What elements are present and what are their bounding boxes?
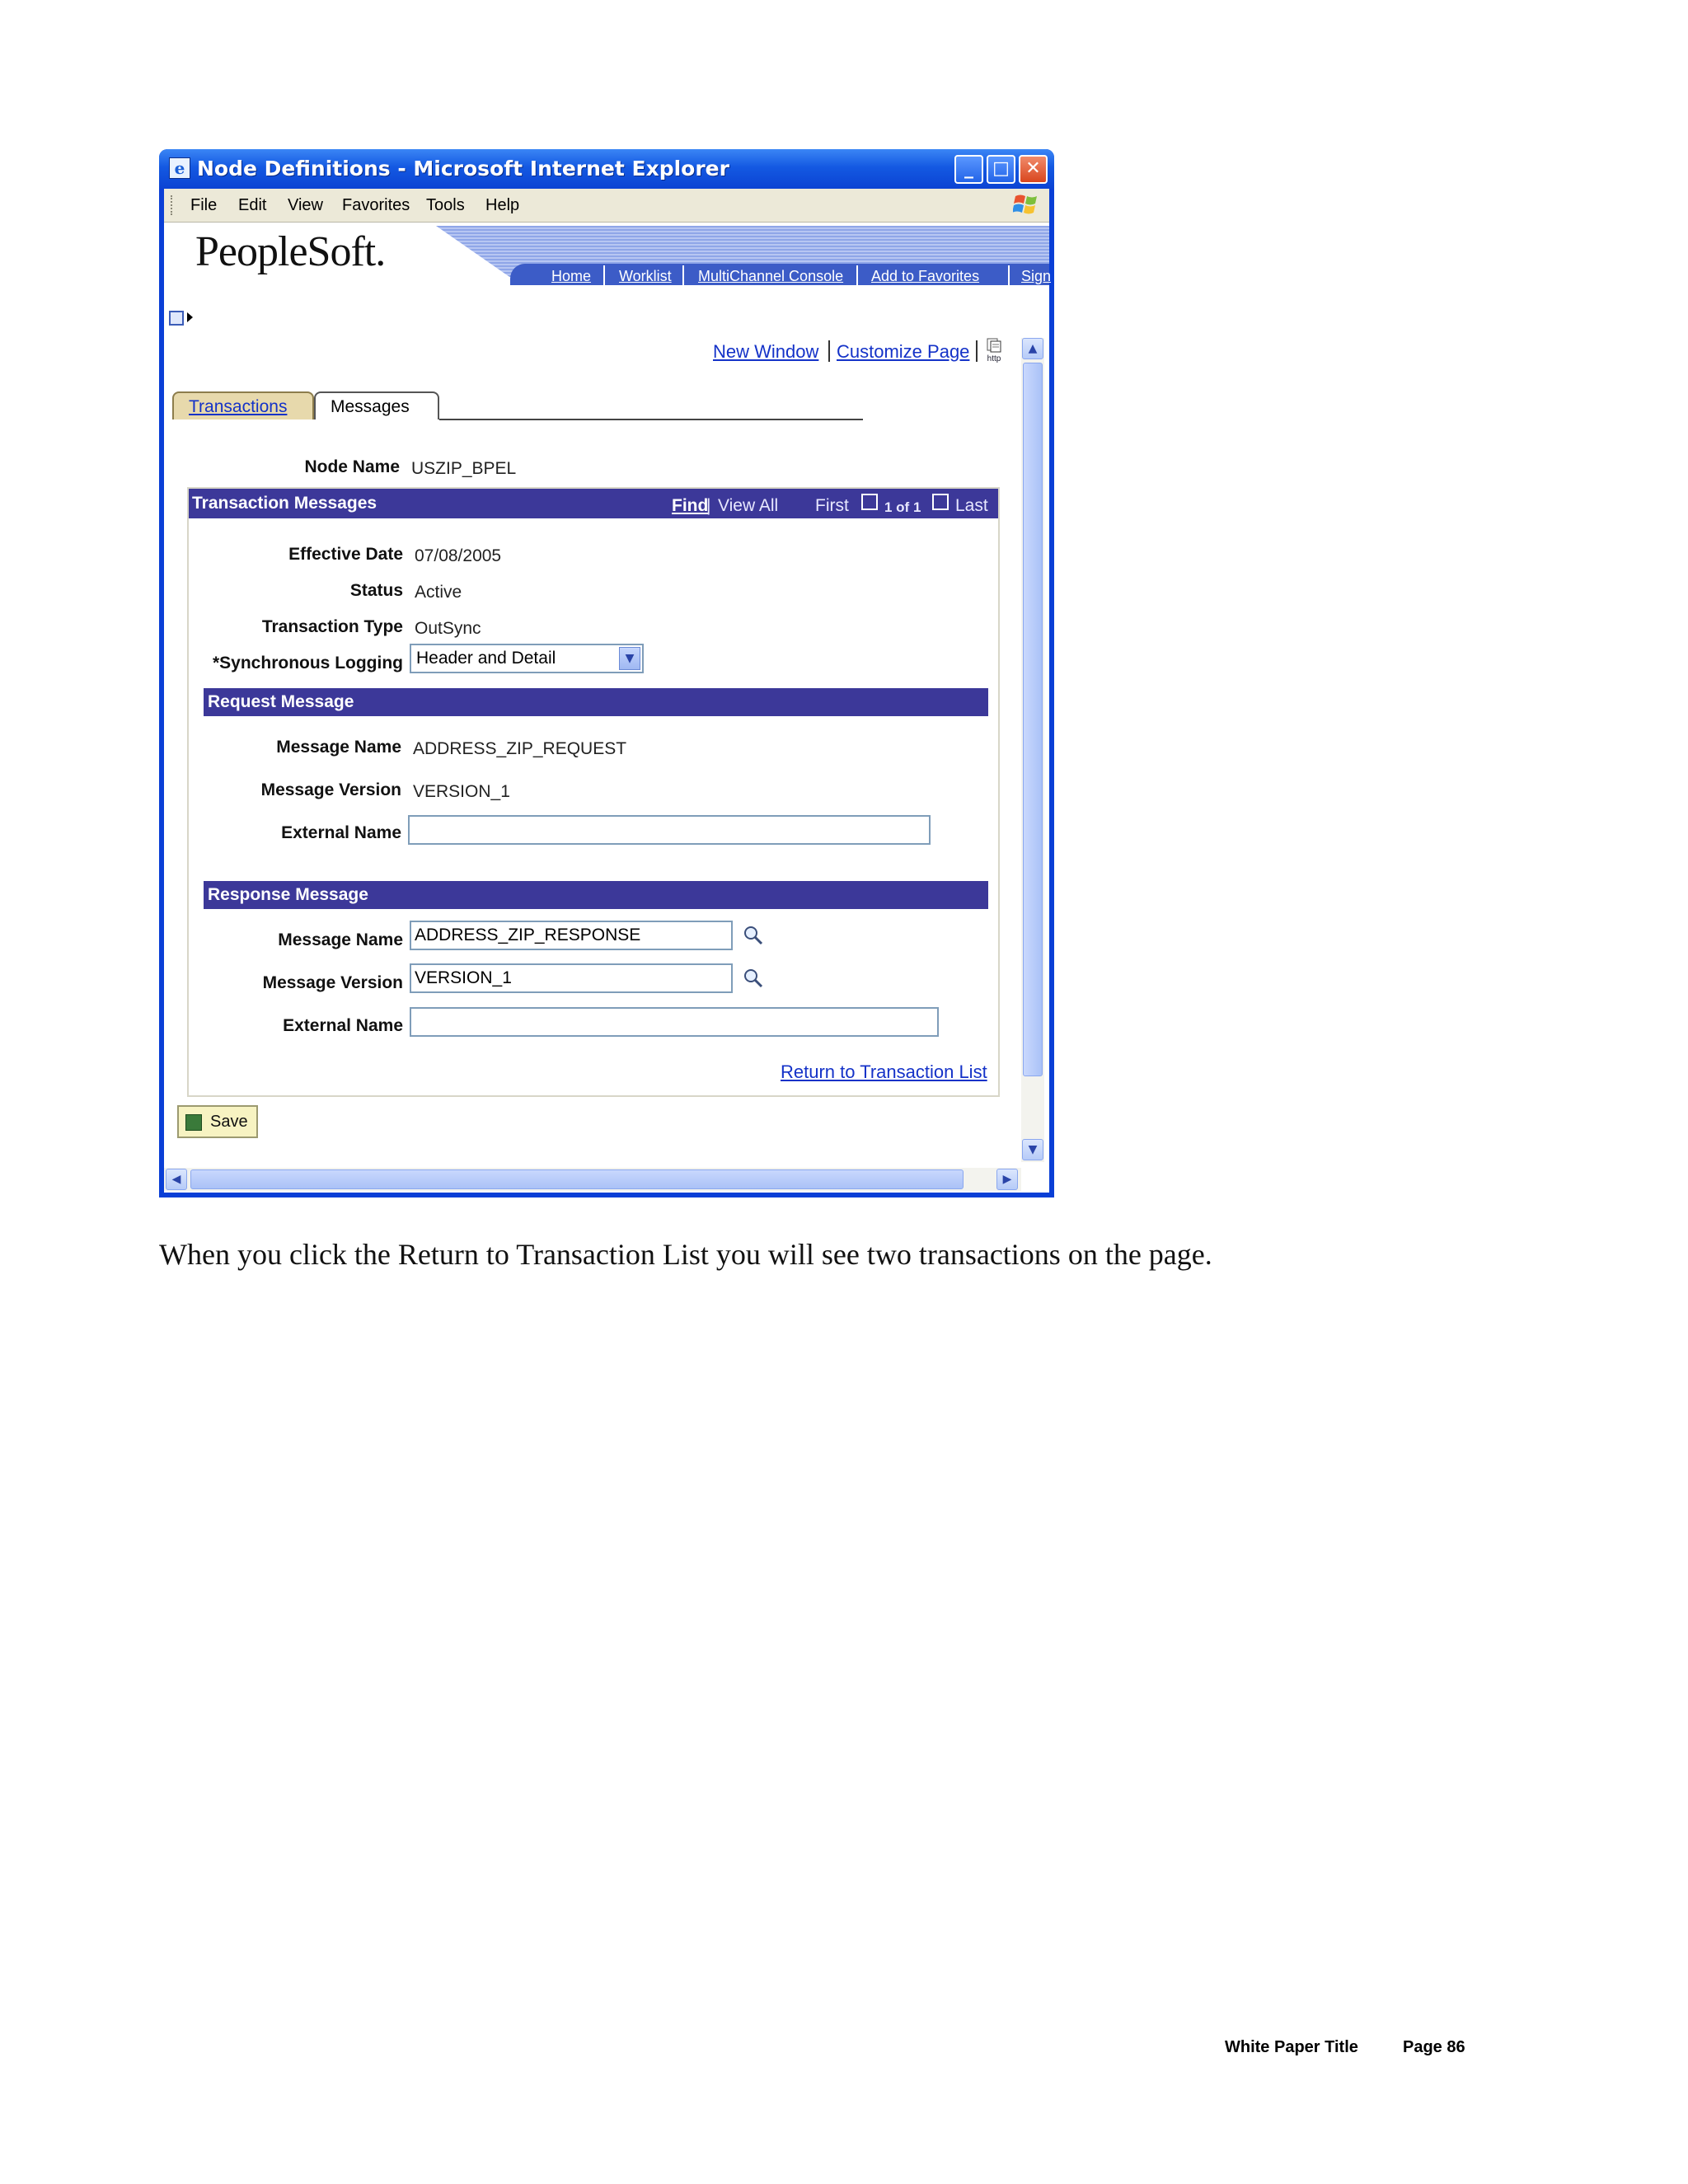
horizontal-scrollbar[interactable]: ◀ ▶ [164,1168,1021,1191]
peoplesoft-logo: PeopleSoft. [195,228,386,275]
response-message-bar: Response Message [204,881,988,909]
grid-first[interactable]: First [815,496,849,516]
save-button[interactable]: Save [177,1105,258,1138]
grid-find-link[interactable]: Find [672,496,708,516]
request-message-name-label: Message Name [276,738,401,757]
nav-multichannel-console[interactable]: MultiChannel Console [698,268,843,284]
menu-favorites[interactable]: Favorites [342,196,410,214]
request-message-bar: Request Message [204,688,988,716]
grid-view-all[interactable]: View All [718,496,778,516]
minimize-button[interactable]: _ [954,155,983,184]
customize-page-link[interactable]: Customize Page [837,342,969,362]
menu-file[interactable]: File [190,196,217,214]
response-external-name-label: External Name [283,1016,403,1035]
page-copy-icon [987,338,1001,353]
save-disk-icon [185,1114,202,1131]
menu-view[interactable]: View [288,196,323,214]
return-to-transaction-list-link[interactable]: Return to Transaction List [781,1062,987,1082]
footer-page-number: Page 86 [1403,2038,1465,2056]
menu-toggle-icon[interactable] [169,311,184,326]
scroll-right-icon[interactable]: ▶ [996,1169,1018,1190]
scroll-up-icon[interactable]: ▲ [1022,338,1043,359]
synchronous-logging-label: *Synchronous Logging [213,654,403,673]
link-separator [828,340,830,362]
request-message-version-value: VERSION_1 [413,782,510,801]
response-message-name-label: Message Name [278,930,403,949]
request-message-name-value: ADDRESS_ZIP_REQUEST [413,739,627,758]
nav-home[interactable]: Home [551,268,591,284]
transaction-type-label: Transaction Type [261,617,403,636]
menu-grip [171,195,175,215]
previous-arrow-icon[interactable] [861,494,878,510]
footer-title: White Paper Title [1225,2038,1358,2056]
nav-separator [856,265,858,285]
scroll-left-icon[interactable]: ◀ [166,1169,187,1190]
node-name-value: USZIP_BPEL [411,459,517,478]
nav-add-to-favorites[interactable]: Add to Favorites [871,268,979,284]
save-label: Save [210,1113,248,1131]
menu-bar: File Edit View Favorites Tools Help [164,189,1049,223]
menu-help[interactable]: Help [485,196,519,214]
scroll-down-icon[interactable]: ▼ [1022,1139,1043,1160]
chevron-down-icon[interactable]: ▼ [619,647,640,670]
vertical-scroll-thumb[interactable] [1023,363,1043,1076]
next-arrow-icon[interactable] [932,494,949,510]
nav-separator [682,265,684,285]
expand-arrow-icon[interactable] [187,312,193,322]
response-message-version-label: Message Version [262,973,403,992]
response-message-version-input[interactable]: VERSION_1 [410,963,733,993]
transaction-type-value: OutSync [415,619,481,638]
request-external-name-input[interactable] [408,815,931,845]
request-message-version-label: Message Version [260,780,401,799]
response-message-name-input[interactable]: ADDRESS_ZIP_RESPONSE [410,921,733,950]
maximize-button[interactable]: □ [987,155,1015,184]
request-external-name-label: External Name [281,823,401,842]
synchronous-logging-value: Header and Detail [416,649,556,668]
message-name-lookup-icon[interactable] [743,925,764,946]
browser-client-area: File Edit View Favorites Tools Help Peop… [164,189,1051,1193]
nav-separator [603,265,605,285]
response-external-name-input[interactable] [410,1007,939,1037]
grid-title: Transaction Messages [192,494,377,513]
ie-icon: e [169,157,190,179]
close-button[interactable]: ✕ [1019,155,1048,184]
status-value: Active [415,583,462,602]
link-separator [976,340,978,362]
tab-baseline [439,419,863,420]
http-link-icon[interactable]: http [982,338,1006,364]
grid-header: Transaction Messages Find | View All Fir… [189,489,998,518]
menu-tools[interactable]: Tools [426,196,465,214]
synchronous-logging-select[interactable]: Header and Detail ▼ [410,644,644,673]
document-caption: When you click the Return to Transaction… [159,1238,1212,1271]
new-window-link[interactable]: New Window [713,342,818,362]
menu-edit[interactable]: Edit [238,196,266,214]
grid-last[interactable]: Last [955,496,988,516]
tab-transactions[interactable]: Transactions [172,391,314,419]
status-label: Status [349,581,403,600]
message-version-lookup-icon[interactable] [743,968,764,989]
grid-separator: | [706,496,711,515]
nav-worklist[interactable]: Worklist [619,268,672,284]
title-bar[interactable]: e Node Definitions - Microsoft Internet … [159,149,1054,189]
effective-date-value: 07/08/2005 [415,546,502,565]
tab-messages[interactable]: Messages [314,391,439,419]
window-title: Node Definitions - Microsoft Internet Ex… [197,157,729,180]
windows-logo-icon [1013,194,1037,214]
nav-separator [1008,265,1010,285]
browser-window: e Node Definitions - Microsoft Internet … [159,149,1054,1197]
http-label: http [987,354,1001,363]
effective-date-label: Effective Date [288,545,403,564]
peoplesoft-header: PeopleSoft. Home Worklist MultiChannel C… [164,223,1051,297]
grid-row-count: 1 of 1 [884,499,921,515]
nav-sign-out[interactable]: Sign [1021,268,1051,284]
node-name-label: Node Name [304,457,400,476]
vertical-scrollbar[interactable]: ▲ ▼ [1021,338,1044,1162]
horizontal-scroll-thumb[interactable] [190,1169,964,1189]
